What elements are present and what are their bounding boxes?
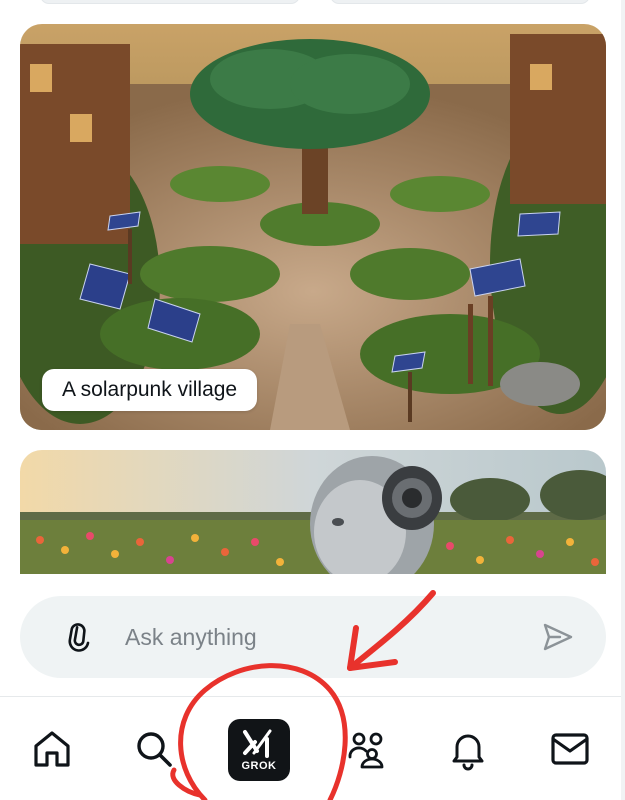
tab-grok[interactable]: GROK bbox=[228, 719, 290, 781]
bell-icon bbox=[452, 734, 484, 771]
ask-composer bbox=[20, 596, 606, 678]
image-card-robot[interactable] bbox=[20, 450, 606, 574]
image-caption: A solarpunk village bbox=[42, 369, 258, 411]
paperclip-icon[interactable] bbox=[64, 620, 94, 654]
previous-button-right[interactable] bbox=[330, 0, 590, 4]
grok-label: GROK bbox=[241, 759, 277, 772]
previous-button-left[interactable] bbox=[40, 0, 300, 4]
tab-messages[interactable] bbox=[546, 725, 594, 773]
ask-input[interactable] bbox=[125, 616, 505, 658]
send-icon[interactable] bbox=[540, 620, 576, 654]
tab-communities[interactable] bbox=[344, 725, 392, 773]
robot-flower-field-image bbox=[20, 450, 606, 574]
search-icon bbox=[137, 732, 172, 767]
mail-icon bbox=[551, 733, 589, 765]
communities-icon bbox=[348, 732, 384, 769]
tab-home[interactable] bbox=[28, 725, 76, 773]
previous-post-buttons bbox=[0, 0, 625, 8]
home-icon bbox=[34, 731, 70, 767]
image-card-solarpunk[interactable]: A solarpunk village bbox=[20, 24, 606, 430]
tab-search[interactable] bbox=[130, 725, 178, 773]
scroll-edge bbox=[621, 0, 625, 800]
bottom-tab-bar: GROK bbox=[0, 697, 625, 800]
grok-icon bbox=[243, 729, 272, 758]
tab-notifications[interactable] bbox=[444, 725, 492, 773]
